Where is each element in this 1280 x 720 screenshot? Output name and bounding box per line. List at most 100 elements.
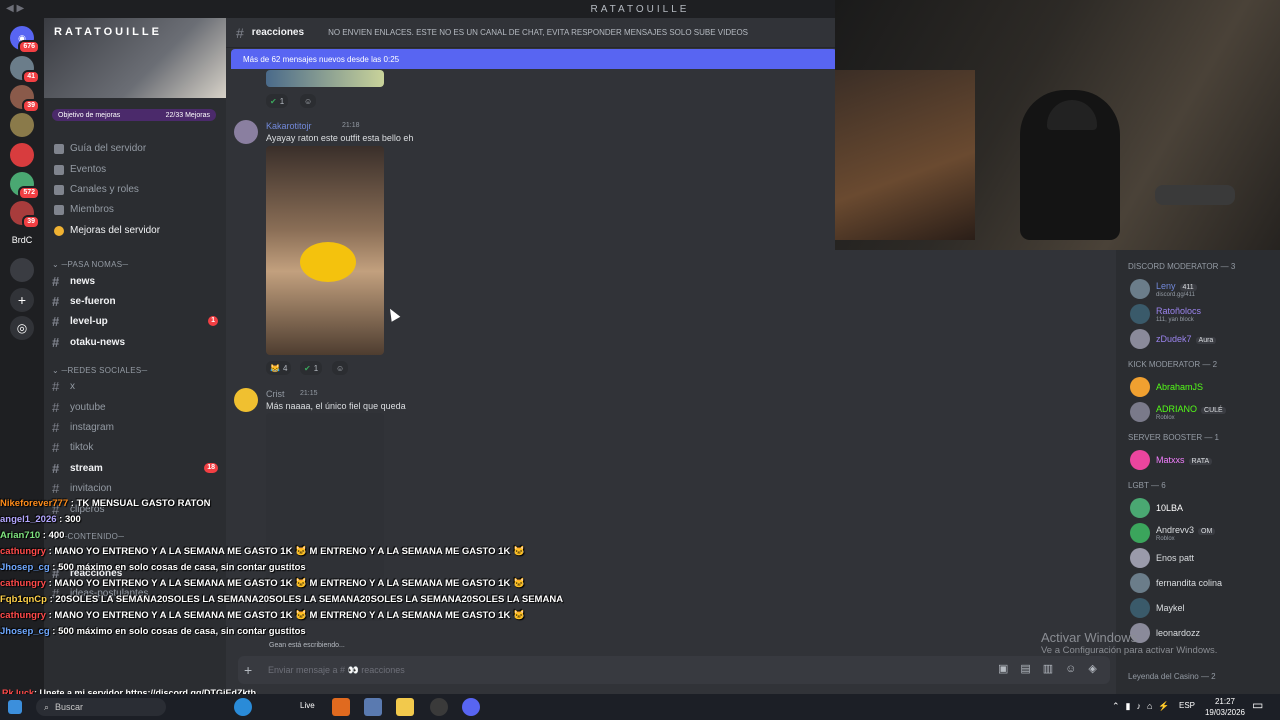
chat-line: Fqb1qnCp : 20SOLES LA SEMANA20SOLES LA S… (0, 592, 563, 608)
member-name: Ratoñolocs (1156, 306, 1202, 316)
reaction[interactable]: ✔ 1 (266, 94, 289, 108)
taskbar-search[interactable]: ⌕ Buscar (36, 698, 166, 716)
menu-label: Eventos (70, 164, 107, 175)
attached-image[interactable] (266, 146, 384, 355)
server-icon[interactable]: 39 (10, 85, 40, 113)
menu-channels-roles[interactable]: Canales y roles (54, 184, 139, 195)
avatar (1130, 377, 1150, 397)
obs-icon[interactable] (430, 698, 448, 716)
explore-icon[interactable]: ◎ (10, 316, 34, 340)
member-item[interactable]: zDudek7 Aura (1130, 329, 1217, 349)
add-server-icon[interactable]: + (10, 288, 34, 312)
member-tag: OM (1198, 528, 1216, 535)
chat-line: Jhosep_cg : 500 máximo en solo cosas de … (0, 624, 330, 640)
server-icon[interactable] (10, 258, 34, 282)
channel-stream[interactable]: # stream 18 (52, 459, 218, 477)
channel-instagram[interactable]: # instagram (52, 418, 218, 436)
message-author[interactable]: Crist (266, 389, 285, 399)
previous-image[interactable] (266, 70, 384, 87)
add-reaction-button[interactable]: ☺ (332, 361, 349, 375)
chrome-icon[interactable] (234, 698, 252, 716)
category-label: REDES SOCIALES (67, 366, 142, 375)
member-item[interactable]: AbrahamJS (1130, 377, 1203, 397)
member-tag: RATA (1188, 458, 1213, 465)
chat-line: Nikeforever777 : TK MENSUAL GASTO RATON (0, 496, 330, 512)
boost-goal-label: Objetivo de mejoras (58, 111, 121, 119)
channel-otaku-news[interactable]: # otaku-news (52, 333, 218, 351)
server-icon[interactable]: BrdC (10, 228, 34, 252)
channel-x[interactable]: # x (52, 377, 218, 395)
server-name[interactable]: RATATOUILLE (54, 26, 162, 38)
tray-icons[interactable]: ⌃▮♪⌂⚡ (1112, 701, 1176, 712)
channel-label: stream (70, 462, 103, 474)
file-explorer-icon[interactable] (396, 698, 414, 716)
channel-level-up[interactable]: # level-up 1 (52, 312, 218, 330)
webcam-overlay (835, 0, 1280, 250)
member-info: Matxxs RATA (1156, 454, 1213, 466)
server-icon[interactable]: 39 (10, 201, 40, 229)
member-item[interactable]: Enos patt (1130, 548, 1194, 568)
menu-members[interactable]: Miembros (54, 204, 114, 215)
clock-date: 19/03/2026 (1204, 708, 1246, 717)
chat-user: Jhosep_cg (0, 562, 50, 573)
channel-topic[interactable]: NO ENVIEN ENLACES. ESTE NO ES UN CANAL D… (328, 28, 748, 37)
chat-text: 400 (48, 530, 65, 541)
input-toolbar-icons[interactable]: ▣▤▥☺◈ (998, 662, 1109, 675)
server-icon[interactable]: 41 (10, 56, 40, 84)
boost-progress-bar[interactable]: Objetivo de mejoras 22/33 Mejoras (52, 109, 216, 121)
channel-invitacion[interactable]: # invitacion (52, 479, 218, 497)
member-item[interactable]: fernandita colina (1130, 573, 1222, 593)
channel-news[interactable]: # news (52, 272, 218, 290)
add-reaction-button[interactable]: ☺ (300, 94, 317, 108)
channel-se-fueron[interactable]: # se-fueron (52, 292, 218, 310)
channel-label: youtube (70, 401, 106, 413)
discord-home-icon[interactable]: ◉ 676 (10, 26, 40, 54)
reaction[interactable]: 😹 4 (266, 361, 292, 375)
member-item[interactable]: Leny 411 discord.gg/411 (1130, 279, 1197, 299)
server-icon[interactable] (10, 143, 34, 167)
message-input[interactable]: Enviar mensaje a # 👀 reacciones (238, 656, 1110, 684)
check-icon: ✔ (304, 363, 311, 373)
check-icon: ✔ (270, 96, 277, 106)
badge: 39 (22, 215, 40, 229)
menu-events[interactable]: Eventos (54, 164, 106, 175)
hash-icon: # (52, 334, 60, 350)
windows-start-icon[interactable] (8, 700, 22, 714)
avatar (1130, 329, 1150, 349)
windows-activation-watermark: Activar Windows Ve a Configuración para … (1041, 630, 1217, 656)
channel-label: x (70, 380, 75, 392)
channel-youtube[interactable]: # youtube (52, 398, 218, 416)
discord-icon[interactable] (462, 698, 480, 716)
avatar[interactable] (234, 388, 258, 412)
server-icon[interactable] (10, 113, 34, 137)
channel-tiktok[interactable]: # tiktok (52, 438, 218, 456)
member-item[interactable]: 10LBA (1130, 498, 1183, 518)
member-item[interactable]: Andrevv3 OM Roblox (1130, 523, 1216, 543)
brave-icon[interactable] (332, 698, 350, 716)
menu-server-boosts[interactable]: Mejoras del servidor (54, 225, 160, 236)
member-info: ADRIANO CULÉ Roblox (1156, 403, 1226, 421)
app-icon[interactable] (364, 698, 382, 716)
nav-arrows[interactable]: ◀ ▶ (6, 3, 24, 14)
category-redes[interactable]: ⌄ ─REDES SOCIALES─ (52, 366, 147, 375)
message-author[interactable]: Kakarotitojr (266, 121, 312, 131)
member-item[interactable]: Ratoñolocs 111, yan block (1130, 304, 1201, 324)
clock[interactable]: 21:27 19/03/2026 (1200, 696, 1250, 718)
category-pasa-nomas[interactable]: ⌄ ─PASA NOMAS─ (52, 260, 128, 269)
member-info: fernandita colina (1156, 577, 1222, 589)
menu-server-guide[interactable]: Guía del servidor (54, 143, 146, 154)
chat-line: Jhosep_cg : 500 máximo en solo cosas de … (0, 560, 330, 576)
live-app-icon[interactable]: Live (300, 701, 315, 710)
avatar[interactable] (234, 120, 258, 144)
avatar (1130, 548, 1150, 568)
notification-icon[interactable]: ▭ (1252, 698, 1270, 716)
member-item[interactable]: ADRIANO CULÉ Roblox (1130, 402, 1226, 422)
new-messages-bar[interactable]: Más de 62 mensajes nuevos desde las 0:25 (231, 49, 837, 69)
server-icon[interactable]: 572 (10, 172, 40, 200)
member-item[interactable]: Matxxs RATA (1130, 450, 1213, 470)
member-item[interactable]: Maykel (1130, 598, 1185, 618)
language-indicator[interactable]: ESP (1179, 701, 1195, 710)
member-info: Leny 411 discord.gg/411 (1156, 280, 1197, 298)
reaction[interactable]: ✔ 1 (300, 361, 323, 375)
member-tag: Aura (1195, 337, 1217, 344)
